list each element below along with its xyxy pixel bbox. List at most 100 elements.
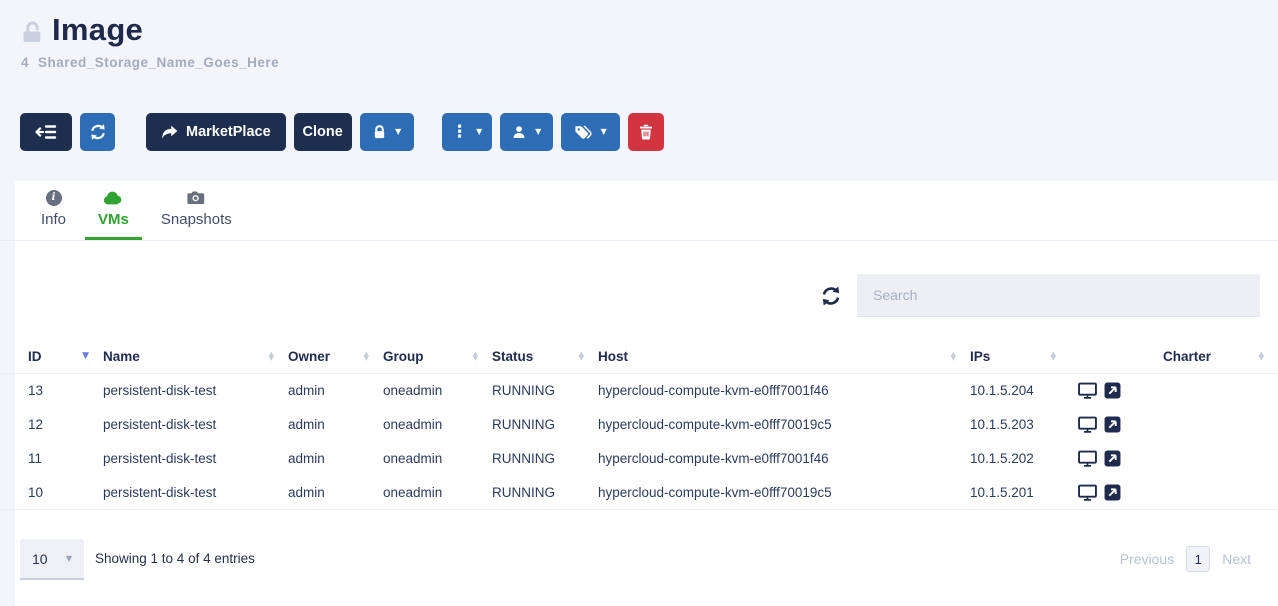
actions-dropdown-button[interactable]: ⋮ ▼ <box>442 113 492 151</box>
cell-group: oneadmin <box>383 485 492 500</box>
table-footer: 10 ▼ Showing 1 to 4 of 4 entries Previou… <box>0 539 1278 581</box>
back-to-list-button[interactable] <box>20 113 72 151</box>
page-size-value: 10 <box>32 551 48 567</box>
cell-id: 12 <box>28 417 103 432</box>
refresh-icon <box>820 285 842 307</box>
vm-table: ID ▼ Name ▲▼ Owner ▲▼ Group ▲▼ Status ▲▼… <box>0 340 1278 510</box>
table-header-row: ID ▼ Name ▲▼ Owner ▲▼ Group ▲▼ Status ▲▼… <box>0 340 1278 374</box>
column-header-group[interactable]: Group ▲▼ <box>383 349 492 364</box>
chevron-down-icon: ▼ <box>66 554 72 563</box>
cell-name: persistent-disk-test <box>103 485 288 500</box>
cell-status: RUNNING <box>492 451 598 466</box>
lock-icon <box>372 124 387 140</box>
cell-name: persistent-disk-test <box>103 451 288 466</box>
sort-icon: ▲▼ <box>951 353 956 361</box>
sort-icon: ▲▼ <box>269 353 274 361</box>
refresh-icon <box>89 123 107 141</box>
clone-label: Clone <box>303 124 343 140</box>
current-page-button[interactable]: 1 <box>1186 546 1210 572</box>
column-header-host[interactable]: Host ▲▼ <box>598 349 970 364</box>
next-page-button[interactable]: Next <box>1222 551 1251 567</box>
vnc-console-icon[interactable] <box>1078 416 1097 434</box>
page-size-select[interactable]: 10 ▼ <box>20 539 84 580</box>
vnc-console-icon[interactable] <box>1078 484 1097 502</box>
table-row[interactable]: 12 persistent-disk-test admin oneadmin R… <box>0 408 1278 442</box>
cell-host: hypercloud-compute-kvm-e0fff70019c5 <box>598 417 970 432</box>
vnc-console-icon[interactable] <box>1078 382 1097 400</box>
column-header-ips[interactable]: IPs ▲▼ <box>970 349 1070 364</box>
share-arrow-icon <box>161 125 178 140</box>
cell-actions <box>1070 416 1142 434</box>
tab-bar: i Info VMs Snapshots <box>0 189 1278 241</box>
external-link-icon[interactable] <box>1104 382 1121 400</box>
sort-icon: ▲▼ <box>1051 353 1056 361</box>
cell-actions <box>1070 484 1142 502</box>
external-link-icon[interactable] <box>1104 416 1121 434</box>
refresh-button[interactable] <box>80 113 115 151</box>
table-row[interactable]: 10 persistent-disk-test admin oneadmin R… <box>0 476 1278 510</box>
pagination: Previous 1 Next <box>1120 546 1251 572</box>
cell-host: hypercloud-compute-kvm-e0fff70019c5 <box>598 485 970 500</box>
external-link-icon[interactable] <box>1104 484 1121 502</box>
page-title: Image <box>52 12 143 48</box>
column-header-owner[interactable]: Owner ▲▼ <box>288 349 383 364</box>
marketplace-label: MarketPlace <box>186 124 271 140</box>
cell-status: RUNNING <box>492 417 598 432</box>
tab-snapshots[interactable]: Snapshots <box>148 189 245 240</box>
column-header-id[interactable]: ID ▼ <box>28 349 103 364</box>
column-header-charter[interactable]: Charter ▲▼ <box>1142 349 1278 364</box>
table-row[interactable]: 11 persistent-disk-test admin oneadmin R… <box>0 442 1278 476</box>
title-row: Image <box>20 12 143 48</box>
tab-snapshots-label: Snapshots <box>161 211 232 228</box>
cloud-icon <box>103 189 124 206</box>
sort-icon: ▲▼ <box>1259 353 1264 361</box>
external-link-icon[interactable] <box>1104 450 1121 468</box>
table-refresh-button[interactable] <box>820 285 842 307</box>
sort-icon: ▲▼ <box>364 353 369 361</box>
column-header-name[interactable]: Name ▲▼ <box>103 349 288 364</box>
cell-actions <box>1070 382 1142 400</box>
column-header-status[interactable]: Status ▲▼ <box>492 349 598 364</box>
showing-entries-text: Showing 1 to 4 of 4 entries <box>95 551 255 566</box>
unlock-icon <box>20 20 44 44</box>
cell-id: 11 <box>28 451 103 466</box>
tab-info-label: Info <box>41 211 66 228</box>
labels-dropdown-button[interactable]: ▼ <box>561 113 620 151</box>
trash-icon <box>639 124 653 140</box>
chevron-down-icon: ▼ <box>601 128 607 136</box>
table-row[interactable]: 13 persistent-disk-test admin oneadmin R… <box>0 374 1278 408</box>
tab-vms[interactable]: VMs <box>85 189 142 240</box>
cell-actions <box>1070 450 1142 468</box>
table-controls <box>0 274 1278 317</box>
ownership-dropdown-button[interactable]: ▼ <box>500 113 553 151</box>
cell-ips: 10.1.5.202 <box>970 451 1070 466</box>
cell-status: RUNNING <box>492 485 598 500</box>
chevron-down-icon: ▼ <box>395 128 401 136</box>
search-input[interactable] <box>857 274 1260 317</box>
user-icon <box>511 124 527 140</box>
cell-owner: admin <box>288 451 383 466</box>
tags-icon <box>574 124 593 140</box>
vnc-console-icon[interactable] <box>1078 450 1097 468</box>
cell-group: oneadmin <box>383 451 492 466</box>
cell-owner: admin <box>288 383 383 398</box>
tab-info[interactable]: i Info <box>28 189 79 240</box>
tab-vms-label: VMs <box>98 211 129 228</box>
clone-button[interactable]: Clone <box>294 113 352 151</box>
chevron-down-icon: ▼ <box>476 128 482 136</box>
resource-id: 4 <box>21 55 29 70</box>
lock-dropdown-button[interactable]: ▼ <box>360 113 414 151</box>
cell-id: 13 <box>28 383 103 398</box>
detail-header: Image 4 Shared_Storage_Name_Goes_Here <box>0 0 1278 181</box>
toolbar: MarketPlace Clone ▼ ⋮ ▼ <box>20 113 664 151</box>
sort-icon: ▲▼ <box>473 353 478 361</box>
cell-status: RUNNING <box>492 383 598 398</box>
cell-group: oneadmin <box>383 383 492 398</box>
previous-page-button[interactable]: Previous <box>1120 551 1174 567</box>
cell-host: hypercloud-compute-kvm-e0fff7001f46 <box>598 383 970 398</box>
delete-button[interactable] <box>628 113 664 151</box>
marketplace-button[interactable]: MarketPlace <box>146 113 286 151</box>
cell-group: oneadmin <box>383 417 492 432</box>
chevron-down-icon: ▼ <box>535 128 541 136</box>
cell-id: 10 <box>28 485 103 500</box>
